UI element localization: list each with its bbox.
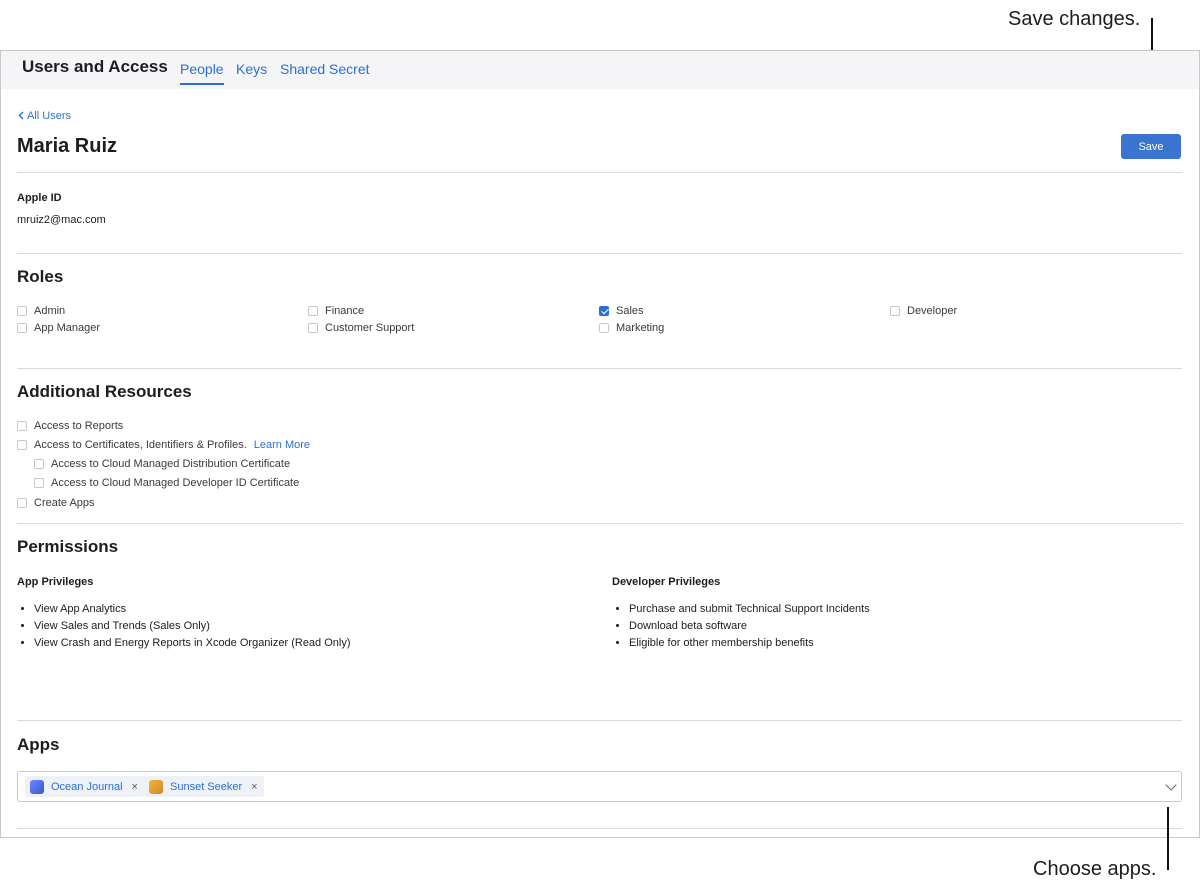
app-privileges-heading: App Privileges	[17, 576, 94, 588]
list-item: Purchase and submit Technical Support In…	[629, 601, 870, 618]
divider	[17, 828, 1182, 829]
resource-label: Access to Certificates, Identifiers & Pr…	[34, 439, 247, 451]
role-label: App Manager	[34, 322, 101, 334]
role-label: Sales	[616, 305, 644, 317]
role-finance[interactable]: Finance	[308, 305, 364, 317]
checkbox[interactable]	[34, 459, 44, 469]
resource-label: Create Apps	[34, 497, 95, 509]
permissions-heading: Permissions	[17, 537, 119, 556]
checkbox[interactable]	[17, 421, 27, 431]
developer-privileges-list: Purchase and submit Technical Support In…	[612, 601, 870, 652]
apple-id-value: mruiz2@mac.com	[17, 214, 106, 226]
role-admin[interactable]: Admin	[17, 305, 65, 317]
resource-label: Access to Cloud Managed Distribution Cer…	[51, 458, 291, 470]
resource-label: Access to Cloud Managed Developer ID Cer…	[51, 477, 300, 489]
role-customer-support[interactable]: Customer Support	[308, 322, 414, 334]
resource-label: Access to Reports	[34, 420, 124, 432]
apps-callout-line	[1167, 807, 1169, 870]
list-item: View Sales and Trends (Sales Only)	[34, 618, 351, 635]
divider	[17, 523, 1182, 524]
checkbox[interactable]	[17, 498, 27, 508]
role-developer[interactable]: Developer	[890, 305, 957, 317]
checkbox[interactable]	[17, 323, 27, 333]
checkbox[interactable]	[17, 306, 27, 316]
roles-heading: Roles	[17, 267, 64, 286]
checkbox[interactable]	[308, 306, 318, 316]
checkbox[interactable]	[308, 323, 318, 333]
list-item: Eligible for other membership benefits	[629, 635, 870, 652]
checkbox[interactable]	[599, 323, 609, 333]
ocean-journal-app-icon	[30, 779, 44, 794]
app-privileges-list: View App Analytics View Sales and Trends…	[17, 601, 351, 652]
apple-id-label: Apple ID	[17, 192, 62, 204]
sunset-seeker-app-icon	[149, 779, 163, 794]
role-marketing[interactable]: Marketing	[599, 322, 664, 334]
checkbox[interactable]	[34, 478, 44, 488]
checkbox[interactable]	[17, 440, 27, 450]
remove-app-icon[interactable]: ×	[132, 781, 138, 793]
chevron-down-icon[interactable]	[1165, 779, 1177, 791]
list-item: View Crash and Energy Reports in Xcode O…	[34, 635, 351, 652]
users-and-access-window: Users and Access People Keys Shared Secr…	[0, 50, 1200, 838]
save-callout: Save changes.	[1008, 8, 1141, 30]
tab-shared-secret[interactable]: Shared Secret	[280, 61, 370, 77]
resource-access-to-reports[interactable]: Access to Reports	[17, 420, 123, 432]
role-label: Admin	[34, 305, 66, 317]
app-chip-ocean-journal: Ocean Journal ×	[25, 776, 144, 797]
back-to-all-users-link[interactable]: All Users	[18, 110, 71, 122]
tab-people[interactable]: People	[180, 61, 224, 85]
divider	[17, 368, 1182, 369]
role-sales[interactable]: Sales	[599, 305, 644, 317]
user-name-heading: Maria Ruiz	[17, 135, 118, 157]
resource-cloud-developer-id-certificate[interactable]: Access to Cloud Managed Developer ID Cer…	[34, 477, 299, 489]
app-chip-label: Ocean Journal	[51, 780, 123, 793]
save-button[interactable]: Save	[1121, 134, 1181, 159]
list-item: View App Analytics	[34, 601, 351, 618]
remove-app-icon[interactable]: ×	[251, 781, 257, 793]
resource-create-apps[interactable]: Create Apps	[17, 497, 95, 509]
role-label: Marketing	[616, 322, 665, 334]
app-chip-label: Sunset Seeker	[170, 780, 243, 793]
additional-resources-heading: Additional Resources	[17, 382, 192, 401]
apps-callout: Choose apps.	[1033, 858, 1157, 880]
chevron-left-icon	[18, 111, 24, 120]
tab-keys[interactable]: Keys	[236, 61, 267, 77]
apps-heading: Apps	[17, 735, 60, 754]
divider	[17, 172, 1182, 173]
checkbox-checked[interactable]	[599, 306, 609, 316]
top-bar: Users and Access People Keys Shared Secr…	[1, 51, 1199, 89]
role-app-manager[interactable]: App Manager	[17, 322, 100, 334]
resource-access-to-certificates[interactable]: Access to Certificates, Identifiers & Pr…	[17, 439, 310, 451]
role-label: Developer	[907, 305, 958, 317]
learn-more-link[interactable]: Learn More	[254, 439, 310, 451]
page-header-title: Users and Access	[22, 57, 168, 76]
back-link-label: All Users	[27, 110, 72, 122]
apps-select[interactable]: Ocean Journal × Sunset Seeker ×	[17, 771, 1182, 802]
list-item: Download beta software	[629, 618, 870, 635]
resource-cloud-distribution-certificate[interactable]: Access to Cloud Managed Distribution Cer…	[34, 458, 290, 470]
divider	[17, 720, 1182, 721]
role-label: Finance	[325, 305, 365, 317]
developer-privileges-heading: Developer Privileges	[612, 576, 721, 588]
role-label: Customer Support	[325, 322, 415, 334]
app-chip-sunset-seeker: Sunset Seeker ×	[144, 776, 264, 797]
divider	[17, 253, 1182, 254]
checkbox[interactable]	[890, 306, 900, 316]
